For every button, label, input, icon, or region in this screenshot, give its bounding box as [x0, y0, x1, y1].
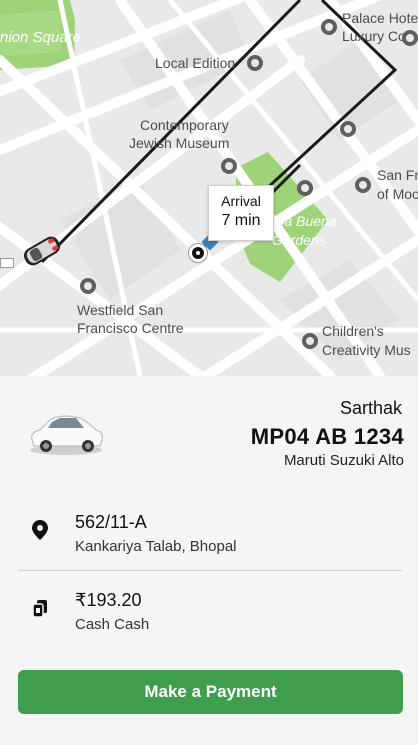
arrival-time: 7 min [221, 212, 261, 229]
map-label-francisco-centre: Francisco Centre [77, 320, 184, 336]
driver-name: Sarthak [339, 398, 402, 418]
arrival-callout: Arrival 7 min [208, 185, 274, 241]
vehicle-plate: MP04 AB 1234 [250, 424, 404, 449]
camera-poi-icon [297, 180, 313, 196]
divider [18, 570, 402, 571]
car-icon [30, 415, 103, 455]
map-label-contemporary: Contemporary [140, 117, 229, 133]
bar-poi-icon [247, 55, 263, 71]
destination-title: 562/11-A [75, 512, 147, 532]
museum-poi-icon [355, 177, 371, 193]
cash-icon [32, 600, 47, 618]
poi-icon [402, 30, 418, 46]
map-label-union-square: nion Square [0, 29, 81, 46]
shopping-poi-icon [80, 278, 96, 294]
map-label-westfield: Westfield San [77, 302, 164, 318]
map-label-palace-hotel: Palace Hote [342, 10, 418, 26]
pickup-location-icon [189, 244, 207, 262]
museum-poi-icon [302, 333, 318, 349]
museum-poi-icon [221, 158, 237, 174]
make-payment-button[interactable]: Make a Payment [18, 670, 403, 714]
map-label-jewish-museum: Jewish Museum [129, 135, 230, 151]
destination-row: 562/11-A Kankariya Talab, Bhopal [18, 508, 402, 558]
museum-poi-icon [340, 121, 356, 137]
map-marker-icon [0, 258, 14, 268]
destination-subtitle: Kankariya Talab, Bhopal [75, 538, 237, 555]
ride-details-sheet: Sarthak MP04 AB 1234 Maruti Suzuki Alto … [0, 376, 418, 745]
fare-row: ₹193.20 Cash Cash [18, 588, 402, 638]
map-label-of-moc: of Moc [377, 186, 418, 202]
map-label-gardens: Gardens [272, 232, 326, 248]
vehicle-model: Maruti Suzuki Alto [283, 452, 404, 469]
hotel-poi-icon [321, 19, 337, 35]
fare-amount: ₹193.20 [75, 590, 142, 610]
map-label-local-edition: Local Edition [155, 55, 236, 71]
map-label-yerba-buena: rba Buena [272, 213, 337, 229]
map-label-creativity: Creativity Mus [322, 342, 411, 358]
map-label-san-fr: San Fr [377, 167, 418, 183]
map-view[interactable]: nion Square Palace Hote Luxury Coll Loca… [0, 0, 418, 376]
arrival-label: Arrival [221, 193, 261, 209]
payment-method: Cash Cash [75, 616, 150, 633]
location-pin-icon [32, 520, 48, 540]
map-label-childrens: Children's [322, 323, 384, 339]
